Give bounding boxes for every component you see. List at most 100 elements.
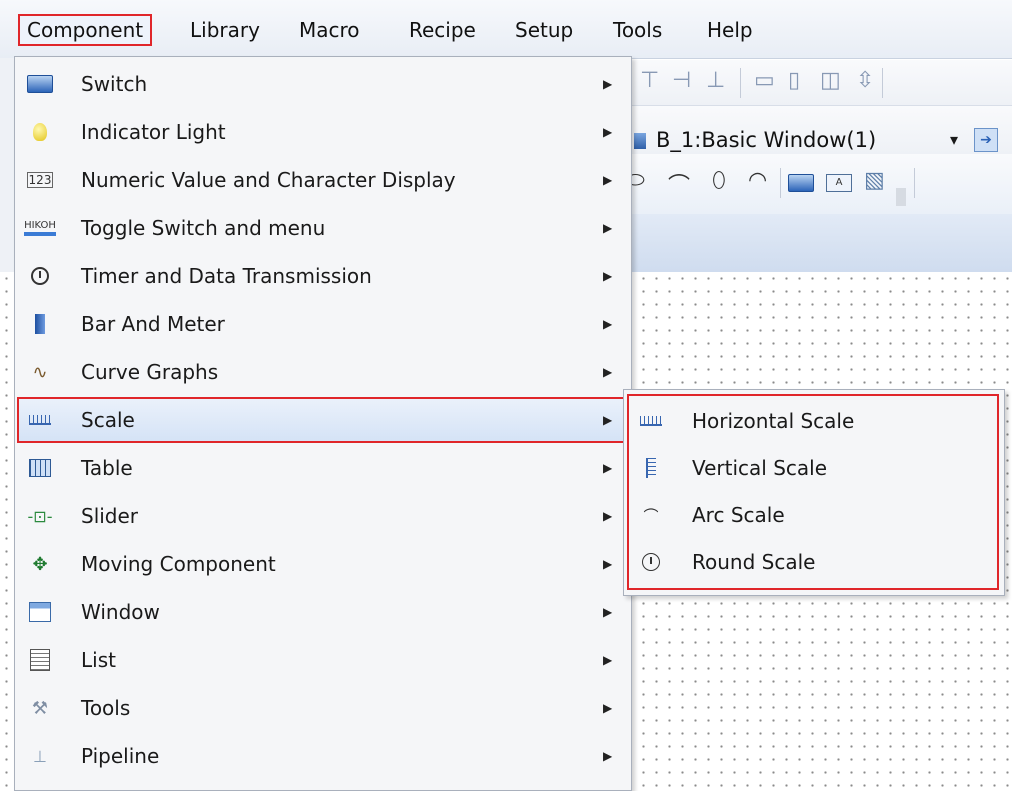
- arc-icon[interactable]: ⌒: [668, 168, 690, 200]
- menu-item-label: Curve Graphs: [81, 360, 219, 384]
- menu-item-label: Switch: [81, 72, 148, 96]
- bulb-icon: [27, 119, 53, 145]
- menu-item-table[interactable]: Table ▶: [17, 445, 627, 491]
- list-icon: [27, 647, 53, 673]
- submenu-item-label: Horizontal Scale: [692, 409, 855, 433]
- menu-item-indicator-light[interactable]: Indicator Light ▶: [17, 109, 627, 155]
- menu-macro[interactable]: Macro: [292, 14, 367, 46]
- menu-item-label: Table: [81, 456, 133, 480]
- align-top-icon[interactable]: ⊤: [640, 68, 659, 93]
- oval-icon[interactable]: ⬯: [712, 168, 726, 193]
- submenu-arrow-icon: ▶: [603, 509, 613, 523]
- bar-meter-icon: [27, 311, 53, 337]
- menu-item-label: Window: [81, 600, 160, 624]
- menu-item-curve-graphs[interactable]: ∿ Curve Graphs ▶: [17, 349, 627, 395]
- chevron-down-icon[interactable]: ▾: [950, 122, 958, 158]
- menu-item-label: Toggle Switch and menu: [81, 216, 326, 240]
- submenu-arrow-icon: ▶: [603, 173, 613, 187]
- menu-item-label: Scale: [81, 408, 135, 432]
- menu-item-label: Numeric Value and Character Display: [81, 168, 456, 192]
- submenu-item-label: Round Scale: [692, 550, 816, 574]
- menu-item-moving-component[interactable]: ✥ Moving Component ▶: [17, 541, 627, 587]
- align-center-icon[interactable]: ⊣: [672, 68, 691, 93]
- switch-icon[interactable]: [788, 174, 814, 192]
- submenu-arrow-icon: ▶: [603, 77, 613, 91]
- submenu-item-horizontal-scale[interactable]: Horizontal Scale: [632, 398, 992, 444]
- menu-tools[interactable]: Tools: [606, 14, 669, 46]
- submenu-arrow-icon: ▶: [603, 365, 613, 379]
- toggle-switch-icon: HIKOH: [24, 215, 56, 241]
- arc-scale-icon: ⌒: [643, 506, 659, 525]
- window-doc-icon: [634, 133, 646, 149]
- menu-item-switch[interactable]: Switch ▶: [17, 61, 627, 107]
- menu-item-toggle-switch[interactable]: HIKOH Toggle Switch and menu ▶: [17, 205, 627, 251]
- menu-item-label: List: [81, 648, 116, 672]
- same-width-icon[interactable]: ▭: [754, 68, 775, 93]
- switch-icon: [27, 71, 53, 97]
- submenu-arrow-icon: ▶: [603, 461, 613, 475]
- menu-recipe[interactable]: Recipe: [402, 14, 483, 46]
- menu-item-window[interactable]: Window ▶: [17, 589, 627, 635]
- menu-item-label: Slider: [81, 504, 139, 528]
- align-bottom-icon[interactable]: ⊥: [706, 68, 725, 93]
- document-tab-strip: [620, 214, 1012, 273]
- menu-setup[interactable]: Setup: [508, 14, 580, 46]
- vertical-scale-icon: [640, 457, 662, 479]
- toolbar-grip: [896, 188, 906, 206]
- menu-bar: Component Library Macro Recipe Setup Too…: [0, 0, 1012, 59]
- menu-item-scale[interactable]: Scale ▶: [17, 397, 627, 443]
- toolbar-top: ⊤ ⊣ ⊥ ▭ ▯ ◫ ⇳: [620, 60, 1012, 106]
- component-menu: Switch ▶ Indicator Light ▶ 123 Numeric V…: [14, 56, 632, 791]
- menu-item-pipeline[interactable]: ⊥ Pipeline ▶: [17, 733, 627, 779]
- submenu-arrow-icon: ▶: [603, 317, 613, 331]
- window-select-value: B_1:Basic Window(1): [656, 128, 877, 152]
- menu-item-list[interactable]: List ▶: [17, 637, 627, 683]
- same-height-icon[interactable]: ▯: [788, 68, 800, 93]
- menu-item-bar-meter[interactable]: Bar And Meter ▶: [17, 301, 627, 347]
- submenu-item-label: Vertical Scale: [692, 456, 828, 480]
- sector-icon[interactable]: ◠: [748, 168, 767, 193]
- numeric-display-icon: 123: [26, 172, 54, 188]
- round-scale-icon: [640, 551, 662, 573]
- menu-item-timer[interactable]: Timer and Data Transmission ▶: [17, 253, 627, 299]
- submenu-item-label: Arc Scale: [692, 503, 785, 527]
- submenu-arrow-icon: ▶: [603, 557, 613, 571]
- submenu-item-arc-scale[interactable]: ⌒ Arc Scale: [632, 492, 992, 538]
- toolbar-separator: [882, 68, 883, 98]
- horizontal-scale-icon: [640, 410, 662, 432]
- menu-item-label: Bar And Meter: [81, 312, 225, 336]
- pipeline-icon: ⊥: [33, 746, 47, 766]
- curve-graph-icon: ∿: [32, 361, 48, 383]
- submenu-item-vertical-scale[interactable]: Vertical Scale: [632, 445, 992, 491]
- distribute-icon[interactable]: ⇳: [856, 68, 874, 93]
- submenu-item-round-scale[interactable]: Round Scale: [632, 539, 992, 585]
- submenu-arrow-icon: ▶: [603, 269, 613, 283]
- same-size-icon[interactable]: ◫: [820, 68, 841, 93]
- menu-item-label: Timer and Data Transmission: [81, 264, 372, 288]
- picture-icon[interactable]: ▧: [864, 168, 885, 193]
- submenu-arrow-icon: ▶: [603, 749, 613, 763]
- menu-item-label: Indicator Light: [81, 120, 226, 144]
- menu-item-numeric-display[interactable]: 123 Numeric Value and Character Display …: [17, 157, 627, 203]
- menu-item-slider[interactable]: -⊡- Slider ▶: [17, 493, 627, 539]
- go-window-icon[interactable]: ➔: [974, 128, 998, 152]
- table-icon: [27, 455, 53, 481]
- text-box-icon[interactable]: A: [826, 174, 852, 192]
- submenu-arrow-icon: ▶: [603, 413, 613, 427]
- toolbar-separator: [914, 168, 915, 198]
- menu-item-tools[interactable]: ⚒ Tools ▶: [17, 685, 627, 731]
- clock-icon: [27, 263, 53, 289]
- menu-library[interactable]: Library: [183, 14, 267, 46]
- tools-icon: ⚒: [31, 697, 49, 719]
- ruler-icon: [27, 407, 53, 433]
- toolbar-separator: [740, 68, 741, 98]
- menu-component[interactable]: Component: [18, 14, 153, 46]
- window-select[interactable]: B_1:Basic Window(1): [634, 122, 876, 158]
- toolbar-drawing: ⬭ ⌒ ⬯ ◠ A ▧: [620, 154, 1012, 214]
- submenu-arrow-icon: ▶: [603, 605, 613, 619]
- scale-submenu: Horizontal Scale Vertical Scale ⌒ Arc Sc…: [623, 389, 1005, 596]
- window-icon: [27, 599, 53, 625]
- menu-item-label: Pipeline: [81, 744, 160, 768]
- menu-help[interactable]: Help: [700, 14, 760, 46]
- toolbar-separator: [780, 168, 781, 198]
